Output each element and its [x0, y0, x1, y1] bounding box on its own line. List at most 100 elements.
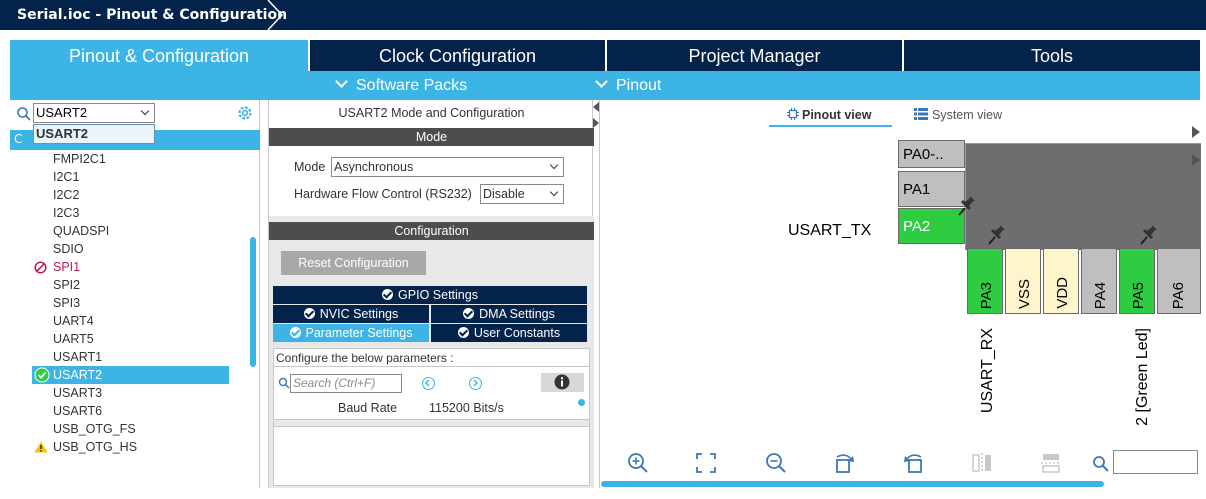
tab-label: User Constants: [473, 326, 561, 340]
grid-icon: [914, 108, 928, 120]
tab-pinout-configuration[interactable]: Pinout & Configuration: [10, 40, 308, 71]
parameter-search-input[interactable]: Search (Ctrl+F): [290, 374, 402, 393]
pinout-view-label: Pinout view: [802, 108, 872, 122]
list-item-label: USART3: [53, 386, 103, 400]
fit-screen-icon[interactable]: [695, 452, 717, 474]
pin-vdd[interactable]: VDD: [1043, 248, 1079, 314]
tab-label: GPIO Settings: [398, 288, 478, 302]
tab-tools[interactable]: Tools: [904, 40, 1200, 71]
list-item-label: SPI3: [53, 296, 81, 310]
pushpin-icon: [958, 196, 975, 216]
pinout-view-tab[interactable]: Pinout view: [787, 107, 871, 122]
tab-label: NVIC Settings: [319, 307, 399, 321]
list-item-selected[interactable]: USART2: [32, 366, 229, 384]
tab-nvic-settings[interactable]: NVIC Settings: [273, 305, 429, 323]
parameters-header: Configure the below parameters :: [274, 349, 589, 367]
pinout-menu[interactable]: Pinout: [595, 71, 661, 100]
baud-rate-value[interactable]: 115200 Bits/s: [429, 401, 504, 415]
pin-pa6[interactable]: PA6: [1157, 248, 1201, 314]
zoom-in-icon[interactable]: [627, 452, 649, 474]
list-item[interactable]: USART3: [10, 384, 250, 402]
hw-flow-control-select[interactable]: Disable: [480, 184, 564, 204]
breadcrumb-arrow-icon: [267, 0, 284, 30]
list-item[interactable]: SPI3: [10, 294, 250, 312]
list-item[interactable]: I2C3: [10, 204, 250, 222]
search-dropdown-option[interactable]: USART2: [33, 124, 155, 144]
list-item[interactable]: SDIO: [10, 240, 250, 258]
check-circle-icon: [34, 367, 50, 383]
category-header-label: C: [14, 132, 23, 146]
pin-label: VSS: [1016, 278, 1033, 309]
pin-search-input[interactable]: [1113, 450, 1198, 474]
software-packs-label: Software Packs: [356, 77, 468, 94]
check-icon: [289, 327, 301, 338]
list-item-label: SPI2: [53, 278, 81, 292]
title-bar: Serial.ioc - Pinout & Configuration: [0, 0, 1206, 30]
flip-horizontal-icon[interactable]: [971, 452, 993, 474]
mode-select[interactable]: Asynchronous: [331, 157, 564, 177]
list-item-label: UART4: [53, 314, 94, 328]
panel-title: USART2 Mode and Configuration: [338, 106, 525, 120]
list-item[interactable]: FMPI2C1: [10, 150, 250, 168]
pin-label: PA3: [978, 281, 995, 309]
pin-pa0[interactable]: PA0-..: [898, 140, 965, 168]
list-scrollbar[interactable]: [250, 237, 256, 367]
description-divider: [274, 419, 589, 427]
tab-label: Parameter Settings: [305, 326, 413, 340]
pin-label: PA5: [1130, 281, 1147, 309]
list-item[interactable]: SPI2: [10, 276, 250, 294]
tab-user-constants[interactable]: User Constants: [431, 324, 587, 342]
flip-vertical-icon[interactable]: [1040, 452, 1062, 474]
list-item-label: FMPI2C1: [53, 152, 106, 166]
gear-icon[interactable]: [236, 104, 254, 122]
search-icon: [278, 377, 290, 389]
list-item[interactable]: USB_OTG_HS: [10, 438, 250, 456]
horizontal-scrollbar[interactable]: [601, 481, 1104, 487]
active-view-underline: [769, 125, 892, 127]
tab-project-manager[interactable]: Project Manager: [607, 40, 902, 71]
list-item[interactable]: USB_OTG_FS: [10, 420, 250, 438]
list-item[interactable]: UART5: [10, 330, 250, 348]
signal-label-usart-tx: USART_TX: [788, 222, 872, 239]
tab-parameter-settings[interactable]: Parameter Settings: [273, 324, 429, 342]
next-match-button[interactable]: [469, 377, 482, 390]
pin-pa5[interactable]: PA5: [1119, 248, 1155, 314]
previous-match-button[interactable]: [422, 377, 435, 390]
baud-rate-label: Baud Rate: [338, 401, 398, 415]
tab-gpio-settings[interactable]: GPIO Settings: [273, 286, 587, 304]
pin-pa2[interactable]: PA2: [898, 208, 965, 244]
list-item-label: USB_OTG_FS: [53, 422, 136, 436]
zoom-out-icon[interactable]: [765, 452, 787, 474]
list-item[interactable]: SPI1: [10, 258, 250, 276]
pin-pa4[interactable]: PA4: [1081, 248, 1117, 314]
mode-section-header: Mode: [269, 128, 594, 146]
tab-dma-settings[interactable]: DMA Settings: [431, 305, 587, 323]
list-item[interactable]: I2C2: [10, 186, 250, 204]
rotate-left-icon[interactable]: [902, 452, 924, 474]
tab-clock-configuration[interactable]: Clock Configuration: [310, 40, 605, 71]
chevron-down-icon: [140, 106, 150, 116]
pin-pa1[interactable]: PA1: [898, 171, 965, 207]
list-item[interactable]: UART4: [10, 312, 250, 330]
list-item[interactable]: I2C1: [10, 168, 250, 186]
list-item-label: I2C2: [53, 188, 80, 202]
pin-pa3[interactable]: PA3: [967, 248, 1003, 314]
info-button[interactable]: [541, 373, 584, 392]
chevron-down-icon: [335, 75, 348, 88]
rotate-right-icon[interactable]: [834, 452, 856, 474]
reset-configuration-button[interactable]: Reset Configuration: [281, 251, 426, 275]
pin-vss[interactable]: VSS: [1005, 248, 1041, 314]
mode-select-value: Asynchronous: [334, 160, 414, 174]
list-item[interactable]: USART6: [10, 402, 250, 420]
list-item[interactable]: QUADSPI: [10, 222, 250, 240]
categories-panel: USART2 C USART2 FMPI2C1 I2C1 I2C2 I2C3 Q…: [10, 100, 260, 488]
collapse-arrow-icon[interactable]: [593, 100, 599, 130]
collapse-arrow-icon[interactable]: [1192, 126, 1200, 166]
list-item[interactable]: USART1: [10, 348, 250, 366]
system-view-tab[interactable]: System view: [914, 107, 1002, 122]
category-search-combo[interactable]: USART2: [33, 103, 155, 123]
software-packs-menu[interactable]: Software Packs: [335, 71, 468, 100]
breadcrumb[interactable]: Serial.ioc - Pinout & Configuration: [0, 0, 287, 30]
disabled-icon: [34, 261, 47, 274]
check-icon: [463, 308, 475, 319]
